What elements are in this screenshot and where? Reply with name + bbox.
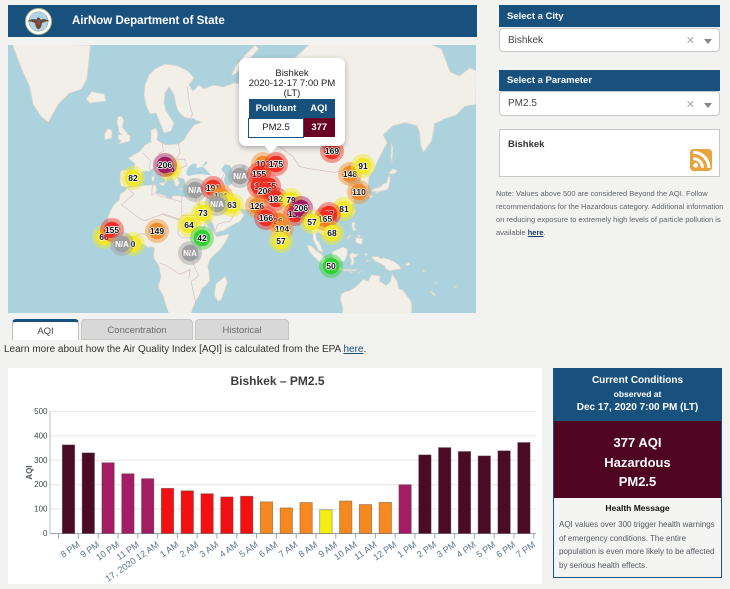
svg-text:N/A: N/A bbox=[188, 186, 202, 195]
svg-text:1 PM: 1 PM bbox=[395, 539, 418, 559]
svg-text:166: 166 bbox=[259, 213, 273, 223]
svg-text:100: 100 bbox=[34, 505, 48, 514]
svg-text:AQI: AQI bbox=[25, 465, 34, 479]
svg-text:175: 175 bbox=[269, 159, 283, 169]
svg-text:91: 91 bbox=[358, 161, 368, 171]
svg-text:0: 0 bbox=[43, 529, 48, 538]
svg-text:3 PM: 3 PM bbox=[435, 539, 458, 559]
svg-text:206: 206 bbox=[158, 160, 172, 170]
svg-text:8 PM: 8 PM bbox=[59, 539, 82, 559]
svg-text:5 AM: 5 AM bbox=[237, 539, 260, 559]
svg-text:2 AM: 2 AM bbox=[178, 539, 201, 559]
svg-text:200: 200 bbox=[34, 480, 48, 489]
svg-text:4 AM: 4 AM bbox=[218, 539, 241, 559]
svg-text:149: 149 bbox=[150, 226, 164, 236]
svg-text:68: 68 bbox=[327, 228, 337, 238]
svg-text:6 PM: 6 PM bbox=[494, 539, 517, 559]
svg-text:57: 57 bbox=[307, 217, 317, 227]
svg-text:N/A: N/A bbox=[115, 240, 129, 249]
svg-text:N/A: N/A bbox=[233, 172, 247, 181]
svg-text:2 PM: 2 PM bbox=[415, 539, 438, 559]
svg-text:73: 73 bbox=[198, 208, 208, 218]
svg-text:3 AM: 3 AM bbox=[198, 539, 221, 559]
svg-text:169: 169 bbox=[325, 146, 339, 156]
svg-text:N/A: N/A bbox=[183, 249, 197, 258]
svg-text:50: 50 bbox=[326, 261, 336, 271]
svg-text:12 PM: 12 PM bbox=[371, 539, 398, 562]
svg-text:4 PM: 4 PM bbox=[455, 539, 478, 559]
svg-text:7 PM: 7 PM bbox=[514, 539, 537, 559]
svg-text:82: 82 bbox=[128, 173, 138, 183]
svg-text:8 AM: 8 AM bbox=[297, 539, 320, 559]
svg-text:400: 400 bbox=[34, 431, 48, 440]
svg-text:42: 42 bbox=[197, 233, 207, 243]
svg-text:6 AM: 6 AM bbox=[257, 539, 280, 559]
svg-text:10 AM: 10 AM bbox=[332, 539, 359, 562]
svg-text:64: 64 bbox=[184, 220, 194, 230]
svg-text:5 PM: 5 PM bbox=[474, 539, 497, 559]
svg-text:1 AM: 1 AM bbox=[158, 539, 181, 559]
svg-text:300: 300 bbox=[34, 456, 48, 465]
svg-text:57: 57 bbox=[276, 236, 286, 246]
svg-text:Bishkek – PM2.5: Bishkek – PM2.5 bbox=[230, 374, 324, 388]
svg-text:7 AM: 7 AM bbox=[277, 539, 300, 559]
svg-text:500: 500 bbox=[34, 407, 48, 416]
svg-text:110: 110 bbox=[352, 187, 366, 197]
